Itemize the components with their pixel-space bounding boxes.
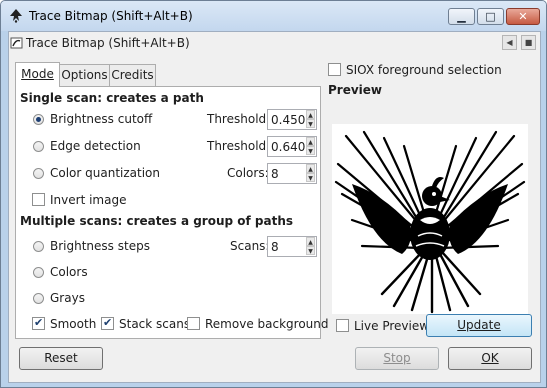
stop-button[interactable]: Stop xyxy=(355,347,439,370)
stop-label: Stop xyxy=(383,351,411,365)
minimize-button[interactable]: ▁ xyxy=(448,8,475,25)
spin-down-icon[interactable]: ▼ xyxy=(306,246,315,255)
spin-down-icon[interactable]: ▼ xyxy=(306,173,315,182)
preview-image xyxy=(332,124,528,314)
colors-count-value: 8 xyxy=(271,167,279,181)
spin-up-icon[interactable]: ▲ xyxy=(306,164,315,173)
title-bar[interactable]: Trace Bitmap (Shift+Alt+B) ▁ □ ✕ xyxy=(1,1,546,31)
inkscape-logo-icon xyxy=(10,9,22,23)
ok-button[interactable]: OK xyxy=(448,347,532,370)
scans-value: 8 xyxy=(271,240,279,254)
spin-down-icon[interactable]: ▼ xyxy=(306,119,315,128)
remove-background-label[interactable]: Remove background xyxy=(205,317,329,331)
update-label: Update xyxy=(457,318,501,332)
edge-threshold-spinner[interactable]: 0.640 ▲ ▼ xyxy=(267,136,317,157)
maximize-button[interactable]: □ xyxy=(477,8,504,25)
scans-label: Scans: xyxy=(230,239,270,253)
tab-options[interactable]: Options xyxy=(59,64,110,86)
minimize-icon: ▁ xyxy=(457,10,466,23)
spin-up-icon[interactable]: ▲ xyxy=(306,137,315,146)
spin-down-icon[interactable]: ▼ xyxy=(306,146,315,155)
close-icon: ✕ xyxy=(518,10,528,23)
color-quantization-radio[interactable] xyxy=(33,168,44,179)
colors-label[interactable]: Colors xyxy=(50,265,88,279)
brightness-threshold-value: 0.450 xyxy=(271,113,306,127)
close-button[interactable]: ✕ xyxy=(506,8,540,25)
live-preview-checkbox[interactable] xyxy=(336,319,349,332)
scans-spinner[interactable]: 8 ▲ ▼ xyxy=(267,236,317,257)
live-preview-label[interactable]: Live Preview xyxy=(354,319,429,333)
phoenix-preview-icon xyxy=(334,130,526,314)
reset-label: Reset xyxy=(44,351,78,365)
spin-up-icon[interactable]: ▲ xyxy=(306,237,315,246)
stack-scans-checkbox[interactable] xyxy=(101,316,114,330)
remove-background-checkbox[interactable] xyxy=(187,317,200,330)
siox-checkbox[interactable] xyxy=(328,63,341,76)
brightness-threshold-label: Threshold: xyxy=(207,112,271,126)
update-button[interactable]: Update xyxy=(426,314,532,337)
dock-header: Trace Bitmap (Shift+Alt+B) ◀ ■ xyxy=(9,32,540,54)
multiple-scans-heading: Multiple scans: creates a group of paths xyxy=(20,214,294,228)
dialog-client: Trace Bitmap (Shift+Alt+B) ◀ ■ Mode Opti… xyxy=(8,31,541,383)
trace-bitmap-icon xyxy=(10,37,23,49)
dialog-window: Trace Bitmap (Shift+Alt+B) ▁ □ ✕ Trace B… xyxy=(0,0,547,388)
maximize-icon: □ xyxy=(485,10,496,23)
color-quantization-label[interactable]: Color quantization xyxy=(50,166,160,180)
colors-count-label: Colors: xyxy=(227,166,269,180)
brightness-steps-label[interactable]: Brightness steps xyxy=(50,239,150,253)
tab-credits-label: Credits xyxy=(111,68,154,82)
invert-image-checkbox[interactable] xyxy=(32,193,45,206)
window-title: Trace Bitmap (Shift+Alt+B) xyxy=(29,9,193,23)
edge-detection-label[interactable]: Edge detection xyxy=(50,139,141,153)
tab-mode-label: Mode xyxy=(21,67,54,81)
dock-title: Trace Bitmap (Shift+Alt+B) xyxy=(26,36,190,50)
edge-detection-radio[interactable] xyxy=(33,141,44,152)
colors-count-spinner[interactable]: 8 ▲ ▼ xyxy=(267,163,317,184)
smooth-label[interactable]: Smooth xyxy=(50,317,96,331)
dock-iconify-button[interactable]: ◀ xyxy=(502,35,517,50)
brightness-cutoff-label[interactable]: Brightness cutoff xyxy=(50,112,152,126)
invert-image-label[interactable]: Invert image xyxy=(50,193,126,207)
edge-threshold-value: 0.640 xyxy=(271,140,306,154)
edge-threshold-label: Threshold: xyxy=(207,139,271,153)
grays-label[interactable]: Grays xyxy=(50,291,85,305)
siox-label[interactable]: SIOX foreground selection xyxy=(346,63,502,77)
reset-button[interactable]: Reset xyxy=(19,347,103,370)
brightness-cutoff-radio[interactable] xyxy=(33,114,44,125)
tab-options-label: Options xyxy=(61,68,108,82)
brightness-steps-radio[interactable] xyxy=(33,241,44,252)
dock-close-button[interactable]: ■ xyxy=(521,35,536,50)
spin-up-icon[interactable]: ▲ xyxy=(306,110,315,119)
brightness-threshold-spinner[interactable]: 0.450 ▲ ▼ xyxy=(267,109,317,130)
ok-label: OK xyxy=(481,351,499,365)
preview-heading: Preview xyxy=(328,83,383,97)
stack-scans-label[interactable]: Stack scans xyxy=(119,317,190,331)
tab-credits[interactable]: Credits xyxy=(109,64,156,86)
tab-mode[interactable]: Mode xyxy=(15,62,60,87)
smooth-checkbox[interactable] xyxy=(32,316,45,330)
grays-radio[interactable] xyxy=(33,293,44,304)
mode-panel: Single scan: creates a path Brightness c… xyxy=(15,86,329,339)
single-scan-heading: Single scan: creates a path xyxy=(20,91,204,105)
colors-radio[interactable] xyxy=(33,267,44,278)
